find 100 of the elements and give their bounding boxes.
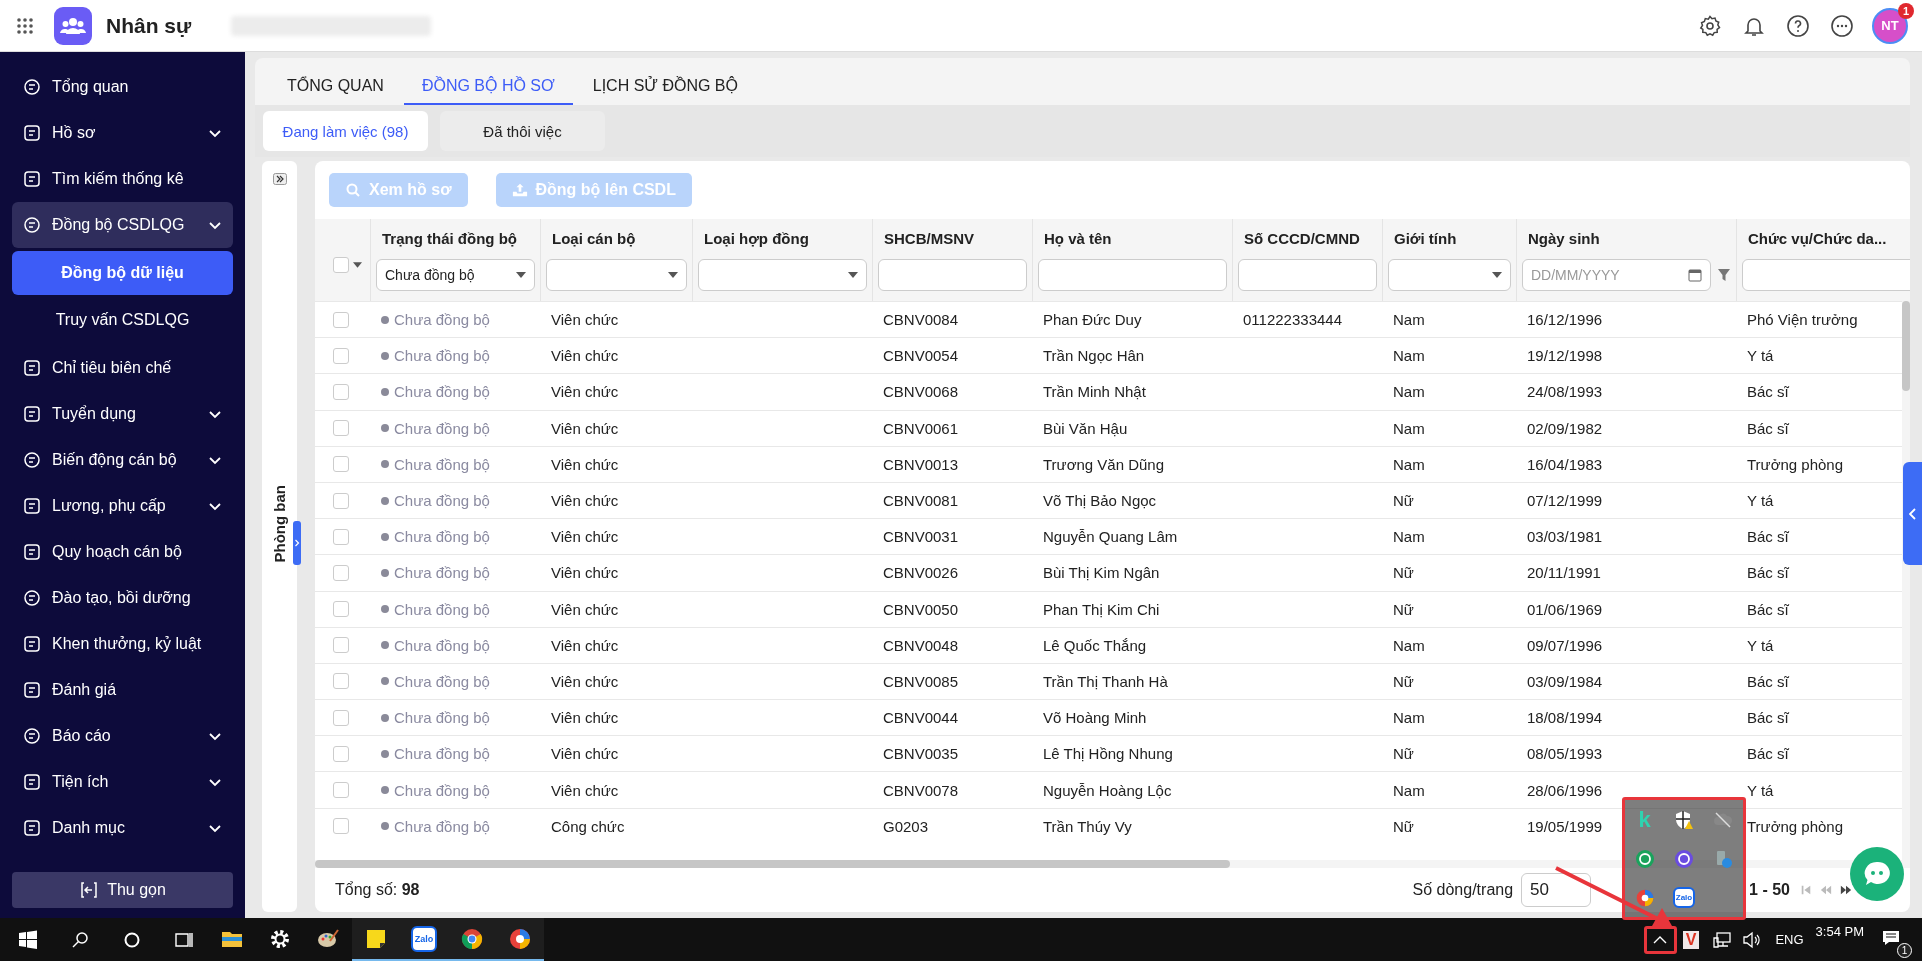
sidebar-item[interactable]: Báo cáo xyxy=(12,713,233,759)
collapse-button[interactable]: Thu gọn xyxy=(12,872,233,908)
next-page-icon[interactable] xyxy=(1840,884,1852,896)
subtab[interactable]: Đã thôi việc xyxy=(440,111,605,151)
taskbar-app[interactable]: Zalo xyxy=(400,918,448,961)
row-checkbox[interactable] xyxy=(333,528,349,545)
table-cell: Trưởng phòng xyxy=(1747,455,1844,473)
volume-icon[interactable] xyxy=(1742,929,1763,950)
caret-down-icon xyxy=(848,272,858,278)
taskbar-app[interactable] xyxy=(496,918,544,961)
more-icon[interactable] xyxy=(1830,13,1854,38)
filter-dropdown[interactable]: Chưa đồng bộ xyxy=(376,259,535,291)
apps-grid-icon[interactable] xyxy=(16,16,34,35)
table-cell: Nữ xyxy=(1393,600,1414,618)
filter-input[interactable] xyxy=(1742,259,1910,291)
tab[interactable]: LỊCH SỬ ĐỒNG BỘ xyxy=(574,70,756,105)
taskbar-app[interactable] xyxy=(352,918,400,961)
sidebar-item[interactable]: Danh mục xyxy=(12,805,233,851)
scrollbar-thumb[interactable] xyxy=(1902,301,1910,391)
status-text: Chưa đồng bộ xyxy=(394,564,490,582)
first-page-icon[interactable] xyxy=(1800,884,1812,896)
sidebar-item[interactable]: Khen thưởng, kỷ luật xyxy=(12,621,233,667)
help-icon[interactable] xyxy=(1786,13,1810,38)
side-drawer-tab[interactable] xyxy=(1903,462,1922,565)
sync-circle-icon[interactable] xyxy=(1634,848,1655,869)
table-cell: Nam xyxy=(1393,781,1425,799)
sidebar-item[interactable]: Hồ sơ xyxy=(12,110,233,156)
sidebar-subitem[interactable]: Đồng bộ dữ liệu xyxy=(12,251,233,295)
table-cell: Võ Thị Bảo Ngọc xyxy=(1043,492,1157,510)
filter-input[interactable] xyxy=(1038,259,1227,291)
windows-start-icon[interactable] xyxy=(18,929,38,950)
row-checkbox[interactable] xyxy=(333,456,349,473)
panel-handle-icon[interactable] xyxy=(293,521,301,565)
row-checkbox[interactable] xyxy=(333,745,349,762)
settings-icon[interactable] xyxy=(1698,13,1722,38)
row-checkbox[interactable] xyxy=(333,637,349,654)
ring-icon[interactable] xyxy=(1674,848,1694,869)
table-cell: Bùi Thị Kim Ngân xyxy=(1043,564,1160,582)
scrollbar-thumb[interactable] xyxy=(315,860,1230,868)
collapse-icon xyxy=(79,880,100,900)
row-checkbox[interactable] xyxy=(333,673,349,690)
row-checkbox[interactable] xyxy=(333,709,349,726)
sidebar-item[interactable]: Tổng quan xyxy=(12,64,233,110)
table-cell: Nữ xyxy=(1393,564,1414,582)
sidebar-item[interactable]: Chỉ tiêu biên chế xyxy=(12,345,233,391)
tab[interactable]: TỔNG QUAN xyxy=(269,70,402,105)
table-cell: 011222333444 xyxy=(1243,311,1342,329)
table-cell: Nữ xyxy=(1393,672,1414,690)
subtab[interactable]: Đang làm việc (98) xyxy=(263,111,428,151)
sidebar-item[interactable]: Tìm kiếm thống kê xyxy=(12,156,233,202)
row-checkbox[interactable] xyxy=(333,311,349,328)
row-checkbox[interactable] xyxy=(333,383,349,400)
rows-per-page-select[interactable]: 50 xyxy=(1521,873,1592,907)
chevron-left-icon xyxy=(1908,507,1917,520)
select-all-checkbox[interactable] xyxy=(333,257,349,273)
shield-warning-icon[interactable] xyxy=(1674,809,1694,830)
row-checkbox[interactable] xyxy=(333,420,349,437)
v-logo[interactable]: V xyxy=(1682,930,1700,949)
expand-icon[interactable] xyxy=(272,173,287,185)
column-header: Loại hợp đồng xyxy=(703,229,810,249)
column-header: Trạng thái đồng bộ xyxy=(381,229,518,249)
sidebar-subitem[interactable]: Truy vấn CSDLQG xyxy=(12,298,233,342)
table-cell: Viên chức xyxy=(551,311,619,329)
sidebar-item[interactable]: Đào tạo, bồi dưỡng xyxy=(12,575,233,621)
sidebar-item[interactable]: Tiện ích xyxy=(12,759,233,805)
table-cell: CBNV0026 xyxy=(883,564,959,582)
filter-icon[interactable] xyxy=(1717,268,1731,282)
filter-dropdown[interactable] xyxy=(1388,259,1511,291)
table-cell: Nam xyxy=(1393,709,1425,727)
filter-dropdown[interactable] xyxy=(698,259,867,291)
status-text: Chưa đồng bộ xyxy=(394,817,490,835)
sidebar-item[interactable]: Tuyển dụng xyxy=(12,391,233,437)
table-cell: Nữ xyxy=(1393,492,1414,510)
browser-icon[interactable] xyxy=(1634,887,1655,908)
sidebar-item[interactable]: Đồng bộ CSDLQG xyxy=(12,202,233,248)
language-indicator[interactable]: ENG xyxy=(1775,932,1804,947)
row-checkbox[interactable] xyxy=(333,601,349,618)
caret-down-icon[interactable] xyxy=(353,262,362,268)
network-icon[interactable] xyxy=(1712,929,1733,950)
sidebar-item[interactable]: Biến động cán bộ xyxy=(12,437,233,483)
row-checkbox[interactable] xyxy=(333,782,349,799)
chrome-icon xyxy=(460,926,484,951)
row-checkbox[interactable] xyxy=(333,818,349,835)
sidebar-item[interactable]: Quy hoạch cán bộ xyxy=(12,529,233,575)
status-text: Chưa đồng bộ xyxy=(394,528,490,546)
column-header: Giới tính xyxy=(1393,229,1458,249)
row-checkbox[interactable] xyxy=(333,347,349,364)
table-cell: Nam xyxy=(1393,528,1425,546)
clock[interactable]: 3:54 PM xyxy=(1815,924,1864,939)
row-checkbox[interactable] xyxy=(333,492,349,509)
filter-input[interactable] xyxy=(1238,259,1377,291)
filter-dropdown[interactable] xyxy=(546,259,687,291)
sidebar-item[interactable]: Lương, phụ cấp xyxy=(12,483,233,529)
filter-input[interactable] xyxy=(878,259,1027,291)
previous-page-icon[interactable] xyxy=(1820,884,1832,896)
status-dot xyxy=(381,677,389,686)
row-checkbox[interactable] xyxy=(333,564,349,581)
status-dot xyxy=(381,424,389,433)
table-cell: Nguyễn Hoàng Lộc xyxy=(1043,781,1172,799)
sidebar-item[interactable]: Đánh giá xyxy=(12,667,233,713)
